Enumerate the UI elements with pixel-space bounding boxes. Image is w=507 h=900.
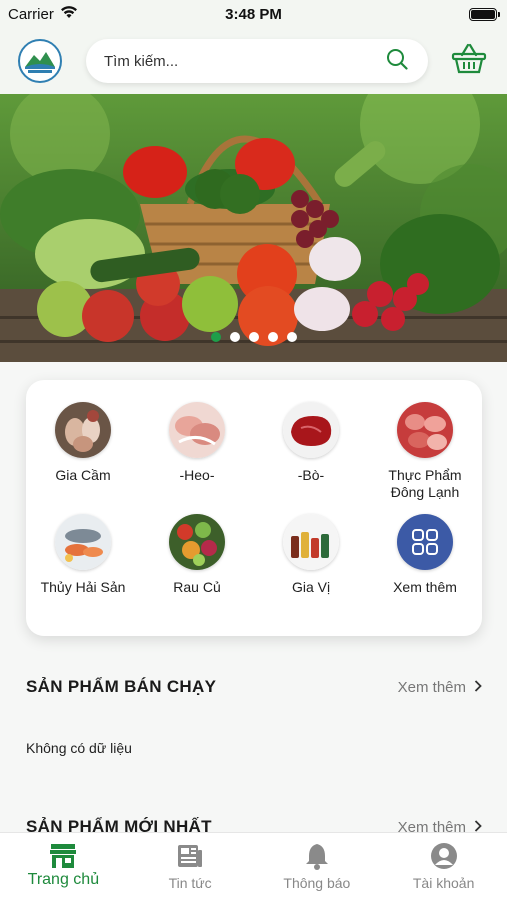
tab-account[interactable]: Tài khoản [380,833,507,900]
category-label: Thực Phẩm Đông Lạnh [388,467,462,500]
grid-icon [397,514,453,570]
carousel-dot[interactable] [267,332,278,342]
category-poultry[interactable]: Gia Cầm [26,402,140,514]
category-label: Thủy Hải Sản [40,579,126,595]
tab-notifications[interactable]: Thông báo [254,833,381,900]
category-label: Rau Củ [173,579,221,595]
category-pork[interactable]: -Heo- [140,402,254,514]
cart-button[interactable] [449,41,489,81]
best-sellers-header: SẢN PHẨM BÁN CHẠY Xem thêm [26,675,482,699]
carousel-dot[interactable] [229,332,240,342]
best-sellers-title: SẢN PHẨM BÁN CHẠY [26,677,217,696]
bottom-tab-bar: Trang chủ Tin tức Thông báo Tài khoản [0,832,507,900]
carrier-label: Carrier [8,5,54,23]
vegetable-basket-image [0,94,507,362]
category-label: Gia Vị [291,579,331,595]
header [0,28,507,94]
category-label: -Bò- [297,467,325,483]
search-input[interactable] [104,52,344,70]
promo-banner[interactable] [0,94,507,362]
vegetables-thumb [169,514,225,570]
beef-thumb [283,402,339,458]
category-frozen-food[interactable]: Thực Phẩm Đông Lạnh [368,402,482,514]
news-icon [176,843,204,869]
status-left: Carrier [8,5,78,23]
category-vegetables[interactable]: Rau Củ [140,514,254,626]
carousel-dot[interactable] [286,332,297,342]
status-bar: Carrier 3:48 PM [0,0,507,28]
category-label: Gia Cầm [55,467,111,483]
tab-label: Trang chủ [27,871,100,888]
tab-news[interactable]: Tin tức [127,833,254,900]
best-sellers-see-more[interactable]: Xem thêm [398,679,482,696]
chevron-right-icon [474,679,482,696]
carousel-dot[interactable] [210,332,221,342]
wifi-icon [60,5,78,23]
category-label: Xem thêm [393,579,457,595]
pork-thumb [169,402,225,458]
app-logo[interactable] [18,39,62,83]
seafood-thumb [55,514,111,570]
best-sellers-empty: Không có dữ liệu [26,740,132,756]
account-icon [430,843,458,869]
spices-thumb [283,514,339,570]
category-label: -Heo- [179,467,215,483]
basket-icon [451,43,487,80]
frozen-food-thumb [397,402,453,458]
battery-icon [469,7,500,21]
category-see-more[interactable]: Xem thêm [368,514,482,626]
status-time: 3:48 PM [225,5,282,23]
carousel-dots[interactable] [0,332,507,342]
bell-icon [303,843,331,870]
category-seafood[interactable]: Thủy Hải Sản [26,514,140,626]
poultry-thumb [55,402,111,458]
see-more-label: Xem thêm [397,678,466,696]
search-icon[interactable] [386,48,408,75]
category-spices[interactable]: Gia Vị [254,514,368,626]
tab-label: Tin tức [168,875,212,891]
tab-home[interactable]: Trang chủ [0,833,127,900]
category-beef[interactable]: -Bò- [254,402,368,514]
carousel-dot[interactable] [248,332,259,342]
tab-label: Thông báo [283,875,351,891]
store-icon [49,843,77,869]
tab-label: Tài khoản [412,875,475,891]
search-bar[interactable] [86,39,428,83]
category-card: Gia Cầm -Heo- -Bò- Thực Phẩm Đông Lạnh T… [26,380,482,636]
